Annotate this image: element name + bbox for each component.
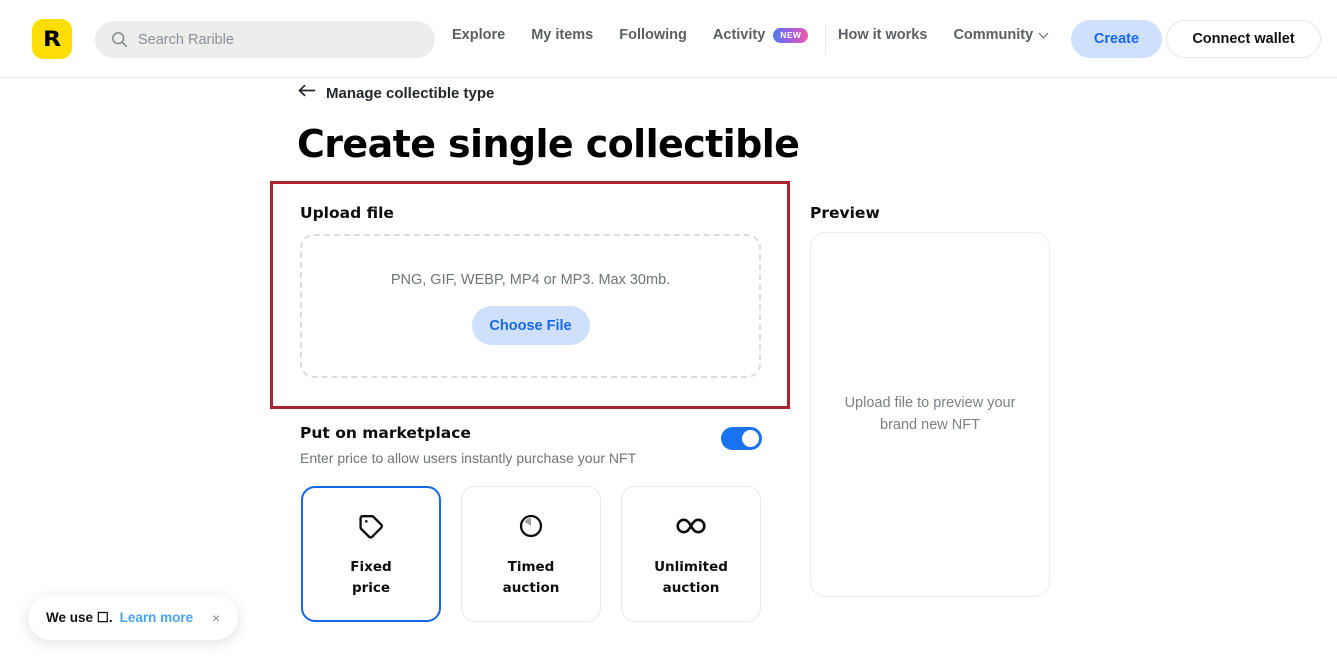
new-badge: NEW <box>773 27 809 43</box>
timer-icon <box>518 509 544 543</box>
chevron-down-icon <box>1038 28 1049 38</box>
nav-label: Explore <box>452 27 506 43</box>
choose-file-button[interactable]: Choose File <box>471 306 590 345</box>
nav-label: How it works <box>838 27 928 43</box>
nav-label: Community <box>953 27 1034 43</box>
page-title: Create single collectible <box>297 122 800 166</box>
nav-item-explore[interactable]: Explore <box>452 27 505 43</box>
put-on-marketplace-label: Put on marketplace <box>300 424 471 442</box>
connect-wallet-button[interactable]: Connect wallet <box>1166 20 1321 58</box>
preview-panel: Upload file to preview your brand new NF… <box>810 232 1050 597</box>
label-line-2: auction <box>502 580 560 596</box>
sale-type-unlimited-auction[interactable]: Unlimited auction <box>621 486 761 622</box>
nav-divider <box>825 24 826 54</box>
label-line-2: price <box>351 580 391 596</box>
secondary-nav: How it works Community <box>838 27 1073 43</box>
cookie-learn-more-link[interactable]: Learn more <box>120 610 194 625</box>
marketplace-subtitle: Enter price to allow users instantly pur… <box>300 450 637 466</box>
sale-type-options: Fixed price Timed auction Unlimited auct… <box>301 486 761 622</box>
nav-label: Following <box>619 27 687 43</box>
create-button[interactable]: Create <box>1071 20 1162 58</box>
search-icon <box>111 31 128 48</box>
nav-item-my-items[interactable]: My items <box>531 27 593 43</box>
nav-label: My items <box>531 27 594 43</box>
sale-type-label: Timed auction <box>503 557 560 599</box>
label-line-1: Timed <box>507 559 555 576</box>
toggle-knob <box>742 430 759 447</box>
upload-file-label: Upload file <box>300 204 394 222</box>
nav-item-community[interactable]: Community <box>953 27 1049 43</box>
search-bar[interactable] <box>95 21 435 58</box>
dropzone-hint: PNG, GIF, WEBP, MP4 or MP3. Max 30mb. <box>390 272 671 288</box>
sale-type-label: Unlimited auction <box>654 557 728 599</box>
label-line-2: auction <box>662 580 720 596</box>
main-nav: Explore My items Following Activity NEW <box>452 27 834 43</box>
file-dropzone[interactable]: PNG, GIF, WEBP, MP4 or MP3. Max 30mb. Ch… <box>300 234 761 378</box>
nav-item-following[interactable]: Following <box>619 27 687 43</box>
nav-label: Activity <box>712 27 766 43</box>
sale-type-label: Fixed price <box>350 557 391 599</box>
preview-label: Preview <box>810 204 880 222</box>
price-tag-icon <box>358 509 385 543</box>
cookie-banner: We use ☐. Learn more × <box>28 595 239 640</box>
back-link[interactable]: Manage collectible type <box>298 84 494 102</box>
nav-item-activity[interactable]: Activity NEW <box>712 27 809 43</box>
sale-type-timed-auction[interactable]: Timed auction <box>461 486 601 622</box>
close-icon[interactable]: × <box>212 611 220 625</box>
search-input[interactable] <box>138 31 388 48</box>
nav-item-how-it-works[interactable]: How it works <box>838 27 927 43</box>
sale-type-fixed-price[interactable]: Fixed price <box>301 486 441 622</box>
put-on-marketplace-toggle[interactable] <box>721 427 762 450</box>
rarible-logo[interactable]: R <box>32 19 72 59</box>
label-line-1: Unlimited <box>654 559 728 576</box>
cookie-banner-text: We use ☐. <box>46 609 113 625</box>
preview-empty-text: Upload file to preview your brand new NF… <box>844 394 1016 433</box>
label-line-1: Fixed <box>350 559 392 576</box>
arrow-left-icon <box>298 84 316 102</box>
back-link-label: Manage collectible type <box>326 84 495 102</box>
top-header: R Explore My items Following Activity NE… <box>0 0 1337 78</box>
logo-letter: R <box>43 26 61 51</box>
infinity-icon <box>674 509 708 543</box>
